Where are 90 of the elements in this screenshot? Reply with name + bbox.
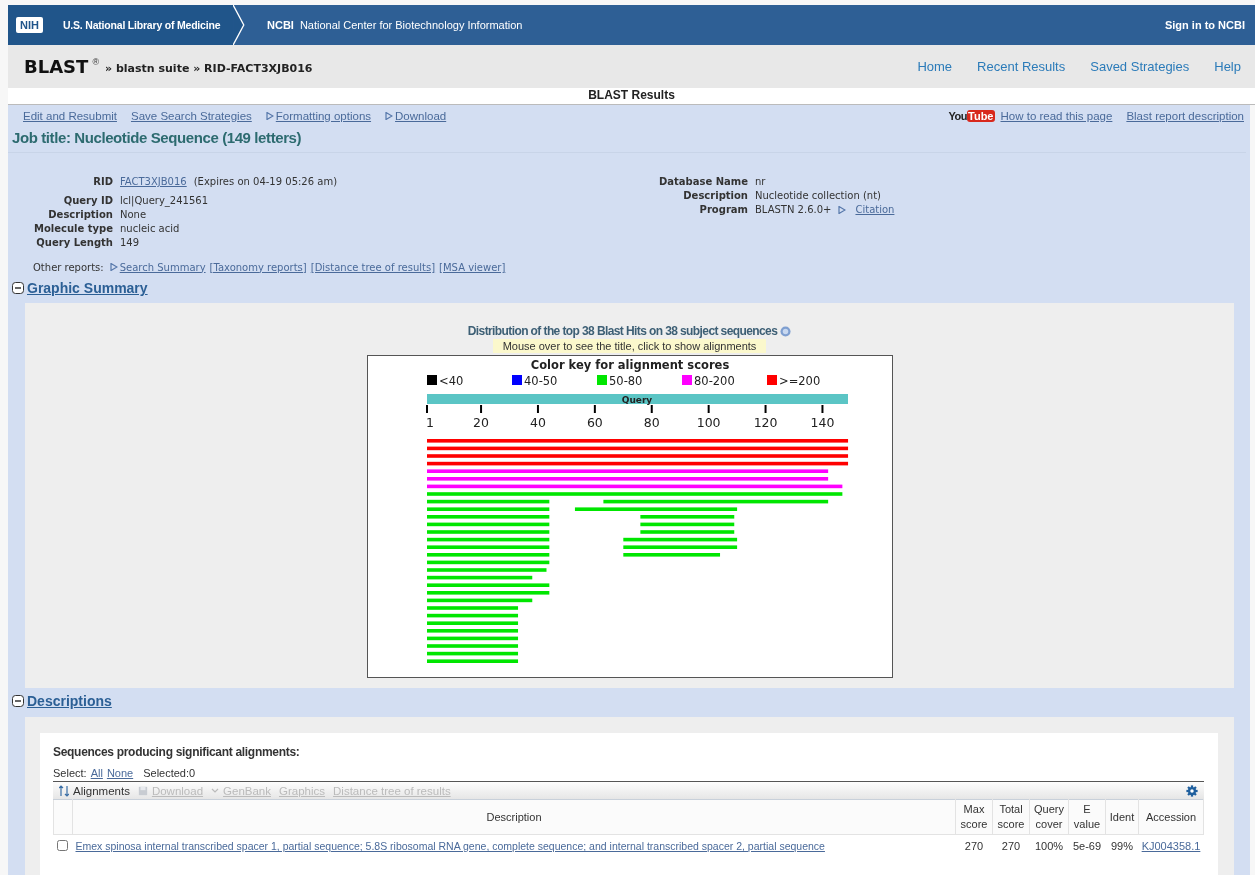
tick-label: 60 <box>586 415 603 430</box>
report-link[interactable]: Search Summary <box>119 261 206 273</box>
column-header[interactable]: Ident <box>1105 799 1139 835</box>
citation-link[interactable]: Citation <box>855 203 895 217</box>
section-heading[interactable]: Descriptions <box>27 693 112 709</box>
table-cell: 270 <box>955 834 993 857</box>
rid-link[interactable]: FACT3XJB016 <box>120 175 187 189</box>
tick-label: 20 <box>472 415 489 430</box>
table-cell: 270 <box>992 834 1030 857</box>
column-header[interactable]: E value <box>1068 799 1106 835</box>
tick-label: 40 <box>529 415 546 430</box>
column-header[interactable]: Query cover <box>1029 799 1069 835</box>
guide-link[interactable]: How to read this page <box>1000 110 1113 122</box>
nav-link[interactable]: Home <box>917 59 953 74</box>
job-title: Job title: Nucleotide Sequence (149 letters) <box>12 129 302 146</box>
library-name: U.S. National Library of Medicine <box>62 19 221 31</box>
blast-logo[interactable]: BLAST <box>24 56 89 77</box>
tick-label: 80 <box>643 415 660 430</box>
page-title: BLAST Results <box>588 88 675 102</box>
detail-label: RID <box>92 175 113 189</box>
toolbar-link[interactable]: Download <box>395 110 447 122</box>
selected-count: Selected:0 <box>143 767 196 779</box>
key-label: <40 <box>438 374 463 388</box>
registered-mark: ® <box>92 56 99 67</box>
other-reports-label: Other reports: <box>33 261 104 273</box>
detail-label: Description <box>47 208 113 222</box>
detail-label: Molecule type <box>33 222 113 236</box>
detail-value: None <box>120 208 147 222</box>
detail-label: Query ID <box>62 194 113 208</box>
sort-icon <box>59 784 69 797</box>
row-checkbox[interactable] <box>56 839 68 851</box>
tick-label: 140 <box>810 415 834 430</box>
guide-link[interactable]: Blast report description <box>1126 110 1244 122</box>
section-heading[interactable]: Graphic Summary <box>27 280 148 296</box>
nav-link[interactable]: Help <box>1214 59 1241 74</box>
detail-value: (Expires on 04-19 05:26 am) <box>193 175 338 189</box>
ncbi-title[interactable]: NCBI <box>267 19 294 31</box>
query-label: Query <box>621 394 652 405</box>
select-link[interactable]: None <box>106 767 134 779</box>
column-header[interactable]: Description <box>72 799 956 835</box>
key-label: >=200 <box>778 374 820 388</box>
detail-value: nr <box>755 175 766 189</box>
settings-icon[interactable] <box>1186 784 1198 797</box>
key-label: 80-200 <box>693 374 735 388</box>
results-caption: Sequences producing significant alignments: <box>53 745 300 759</box>
table-cell: 5e-69 <box>1068 834 1106 857</box>
report-link[interactable]: [MSA viewer] <box>439 261 506 273</box>
detail-label: Program <box>698 203 748 217</box>
tick-label: 120 <box>753 415 777 430</box>
toolbar-link[interactable]: Formatting options <box>275 110 372 122</box>
key-label: 40-50 <box>523 374 557 388</box>
table-cell: 99% <box>1105 834 1139 857</box>
collapse-icon[interactable] <box>12 695 24 707</box>
accession-link[interactable]: KJ004358.1 <box>1141 840 1201 852</box>
nav-link[interactable]: Saved Strategies <box>1090 59 1190 74</box>
nav-link[interactable]: Recent Results <box>977 59 1066 74</box>
column-header[interactable]: Max score <box>955 799 993 835</box>
triangle-icon <box>838 206 847 214</box>
detail-value: nucleic acid <box>120 222 180 236</box>
key-label: 50-80 <box>608 374 642 388</box>
select-link[interactable]: All <box>90 767 103 779</box>
toolbar-link[interactable]: Edit and Resubmit <box>23 110 117 122</box>
alignment-hits-drawing[interactable] <box>426 439 848 663</box>
hint-text: Mouse over to see the title, click to show alignments <box>492 339 767 353</box>
sign-in-link[interactable]: Sign in to NCBI <box>1164 19 1245 31</box>
breadcrumb: » blastn suite » RID-FACT3XJB016 <box>105 61 313 75</box>
table-cell: 100% <box>1029 834 1069 857</box>
ncbi-subtitle[interactable]: National Center for Biotechnology Information <box>299 19 523 31</box>
nih-logo: NIH <box>16 17 43 33</box>
detail-value: 149 <box>120 236 140 250</box>
select-label: Select: <box>53 767 87 779</box>
detail-value: BLASTN 2.6.0+ <box>755 203 832 217</box>
collapse-icon[interactable] <box>12 282 24 294</box>
help-icon[interactable] <box>780 325 792 337</box>
column-header[interactable]: Total score <box>992 799 1030 835</box>
key-title: Color key for alignment scores <box>530 358 729 372</box>
column-header[interactable]: Accession <box>1138 799 1204 835</box>
detail-label: Database Name <box>657 175 748 189</box>
toolbar-button[interactable]: Alignments <box>73 784 130 797</box>
detail-value: lcl|Query_241561 <box>120 194 208 208</box>
toolbar-link[interactable]: Save Search Strategies <box>130 110 252 122</box>
detail-value: Nucleotide collection (nt) <box>755 189 881 203</box>
tick-label: 1 <box>425 415 434 430</box>
report-link[interactable]: [Distance tree of results] <box>310 261 436 273</box>
description-link[interactable]: Emex spinosa internal transcribed spacer 1, partial sequence; 5.8S ribosomal RNA gene, complete sequence; and internal transcribed spacer 2, partial sequence <box>75 840 825 852</box>
graphic-title: Distribution of the top 38 Blast Hits on 38 subject sequences <box>467 324 778 338</box>
report-link[interactable]: [Taxonomy reports] <box>209 261 307 273</box>
tick-label: 100 <box>696 415 721 430</box>
detail-label: Description <box>682 189 748 203</box>
detail-label: Query Length <box>35 236 113 250</box>
